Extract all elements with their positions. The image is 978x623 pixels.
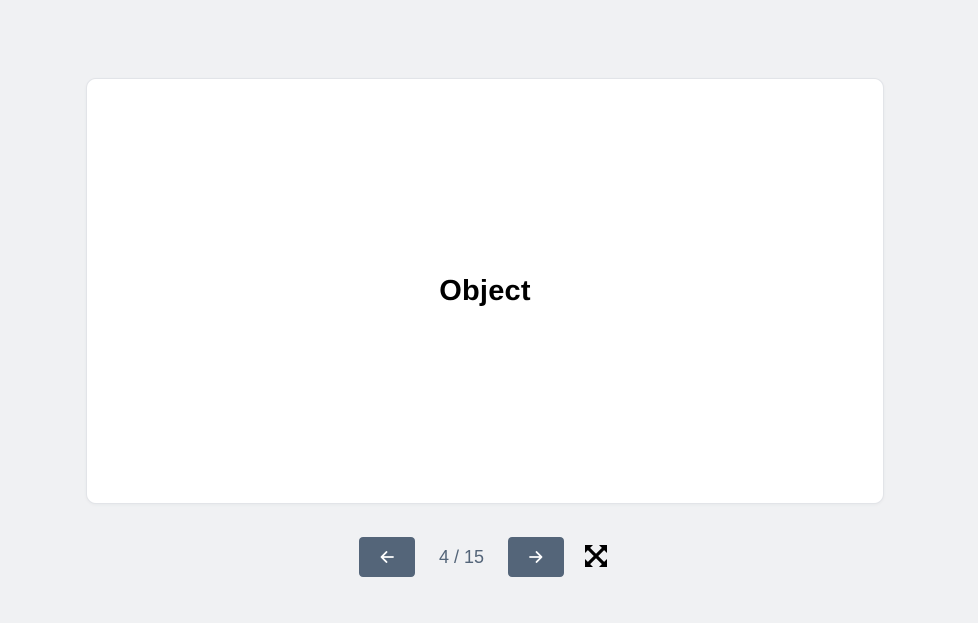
flashcard[interactable]: Object xyxy=(86,78,884,504)
fullscreen-button[interactable] xyxy=(584,544,608,571)
next-card-button[interactable] xyxy=(508,537,564,577)
arrow-left-icon xyxy=(379,549,395,565)
card-controls: 4 / 15 xyxy=(0,537,978,577)
flashcard-viewer: Object 4 / 15 xyxy=(0,0,978,623)
expand-icon xyxy=(584,544,608,571)
previous-card-button[interactable] xyxy=(359,537,415,577)
card-term: Object xyxy=(439,274,531,307)
arrow-right-icon xyxy=(528,549,544,565)
card-counter: 4 / 15 xyxy=(438,547,485,567)
